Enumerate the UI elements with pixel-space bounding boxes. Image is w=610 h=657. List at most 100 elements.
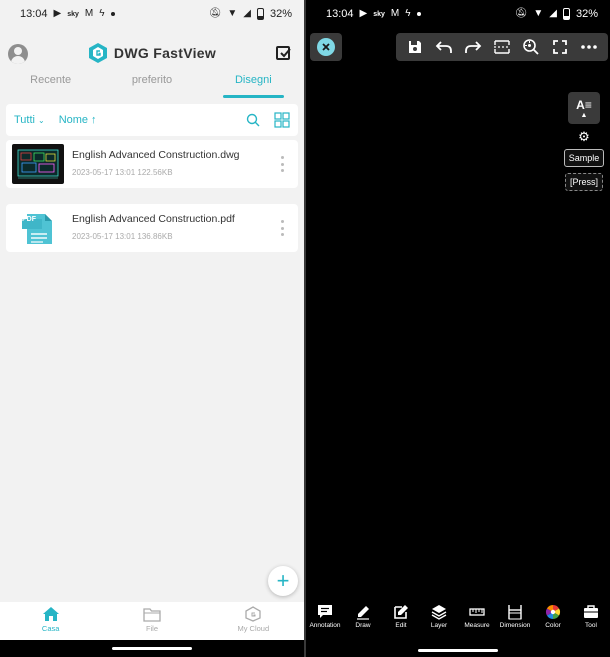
tool-label: Layer <box>430 622 448 629</box>
plus-icon: + <box>276 568 290 593</box>
tab-drawings[interactable]: Disegni <box>203 70 304 98</box>
sky-icon: sky <box>373 10 385 18</box>
check-icon <box>280 48 291 58</box>
nav-home[interactable]: Casa <box>0 602 101 640</box>
battery-percent: 32% <box>269 8 292 20</box>
status-time: 13:04 <box>20 8 48 20</box>
dwg-logo-icon <box>88 43 107 63</box>
tool-tool[interactable]: Tool <box>572 604 610 640</box>
add-file-button[interactable]: + <box>268 566 298 596</box>
nav-file[interactable]: File <box>101 602 202 640</box>
status-time: 13:04 <box>326 8 354 20</box>
undo-button[interactable] <box>433 36 455 58</box>
sky-icon: sky <box>67 10 79 18</box>
file-date: 2023-05-17 13:01 <box>72 168 136 177</box>
folder-icon <box>143 608 161 622</box>
sample-button[interactable]: Sample <box>563 149 605 167</box>
mute-icon: 🔕︎ <box>514 8 528 19</box>
grid-view-icon[interactable] <box>274 112 290 128</box>
region-select-button[interactable] <box>491 36 513 58</box>
gear-icon[interactable]: ⚙ <box>578 130 590 143</box>
wifi-icon: ▼ <box>533 8 544 19</box>
tool-draw[interactable]: Draw <box>344 604 382 640</box>
zoom-icon <box>523 39 539 55</box>
battery-percent: 32% <box>575 8 598 20</box>
pencil-icon <box>357 606 369 620</box>
viewer-toolbar <box>396 33 608 61</box>
wifi-icon: ▼ <box>227 8 238 19</box>
gesture-bar <box>306 640 610 657</box>
nav-my-cloud[interactable]: My Cloud <box>203 602 304 640</box>
pdf-badge-label: PDF <box>22 216 36 223</box>
more-menu-button[interactable] <box>578 36 600 58</box>
tool-label: Dimension <box>499 622 531 629</box>
more-options-icon[interactable] <box>281 156 284 172</box>
file-size: 136.86KB <box>137 232 173 241</box>
tool-annotation[interactable]: Annotation <box>306 604 344 640</box>
close-icon <box>322 43 330 51</box>
sort-filter[interactable]: Nome ↑ <box>59 114 97 126</box>
search-icon[interactable] <box>246 113 260 127</box>
toolbox-icon <box>584 605 598 618</box>
color-wheel-icon <box>546 605 560 619</box>
file-meta: 2023-05-17 13:01 122.56KB <box>72 168 173 177</box>
nav-file-label: File <box>145 624 159 633</box>
tool-label: Draw <box>355 622 371 629</box>
tool-measure[interactable]: Measure <box>458 604 496 640</box>
press-button[interactable]: [Press] <box>564 173 603 191</box>
home-gesture-handle[interactable] <box>418 649 498 652</box>
tool-dimension[interactable]: Dimension <box>496 604 534 640</box>
more-notifications-dot <box>416 12 421 16</box>
text-style-button[interactable]: A≡ ▲ <box>568 92 600 124</box>
bottom-nav: Casa File My Cloud <box>0 602 304 640</box>
comment-icon <box>318 605 332 618</box>
tool-label: Measure <box>464 622 490 629</box>
signal-icon: ◢ <box>549 8 557 19</box>
redo-icon <box>464 41 482 53</box>
text-style-icon: A≡ <box>576 97 592 112</box>
save-button[interactable] <box>404 36 426 58</box>
tool-color[interactable]: Color <box>534 604 572 640</box>
app-bar: DWG FastView <box>0 38 304 70</box>
file-meta: 2023-05-17 13:01 136.86KB <box>72 232 173 241</box>
pdf-icon <box>22 214 52 244</box>
app-notification-icon: ϟ <box>99 8 105 19</box>
dwg-thumbnail <box>12 144 64 184</box>
more-options-icon[interactable] <box>281 220 284 236</box>
layers-icon <box>431 605 447 620</box>
tab-favorites[interactable]: preferito <box>101 70 202 98</box>
select-mode-button[interactable] <box>276 46 291 60</box>
tool-label: Tool <box>585 622 597 629</box>
ruler-icon <box>469 608 485 616</box>
tab-bar: Recente preferito Disegni <box>0 70 304 98</box>
bottom-toolbar: Annotation Draw Edit Layer Measure Dimen… <box>306 604 610 640</box>
app-notification-icon: ϟ <box>405 8 411 19</box>
chevron-down-icon: ⌄ <box>38 115 45 125</box>
scope-filter[interactable]: Tutti ⌄ <box>14 114 45 126</box>
file-item-pdf[interactable]: PDF English Advanced Construction.pdf 20… <box>6 204 298 252</box>
scope-filter-label: Tutti <box>14 114 35 126</box>
screenshot: 13:04 ▶ sky M ϟ 🔕︎ ▼ ◢ 32% DWG FastView … <box>0 0 610 657</box>
tool-label: Annotation <box>309 622 341 629</box>
redo-button[interactable] <box>462 36 484 58</box>
battery-icon <box>256 8 264 20</box>
file-browser-screen: 13:04 ▶ sky M ϟ 🔕︎ ▼ ◢ 32% DWG FastView … <box>0 0 304 657</box>
nav-my-cloud-label: My Cloud <box>237 624 270 633</box>
zoom-button[interactable] <box>520 36 542 58</box>
fullscreen-button[interactable] <box>549 36 571 58</box>
file-item-dwg[interactable]: English Advanced Construction.dwg 2023-0… <box>6 140 298 188</box>
home-gesture-handle[interactable] <box>112 647 192 650</box>
tool-label: Color <box>545 622 561 629</box>
drawing-viewer-screen: 13:04 ▶ sky M ϟ 🔕︎ ▼ ◢ 32% A≡ ▲ ⚙ Sample… <box>306 0 610 657</box>
tool-layer[interactable]: Layer <box>420 604 458 640</box>
gesture-bar <box>0 640 304 657</box>
region-select-icon <box>493 40 510 54</box>
tab-recent[interactable]: Recente <box>0 70 101 98</box>
file-size: 122.56KB <box>137 168 173 177</box>
youtube-icon: ▶ <box>359 8 368 19</box>
gmail-icon: M <box>84 8 94 19</box>
home-icon <box>42 607 59 621</box>
tool-edit[interactable]: Edit <box>382 604 420 640</box>
close-drawing-button[interactable] <box>310 33 342 61</box>
edit-icon <box>394 605 408 619</box>
